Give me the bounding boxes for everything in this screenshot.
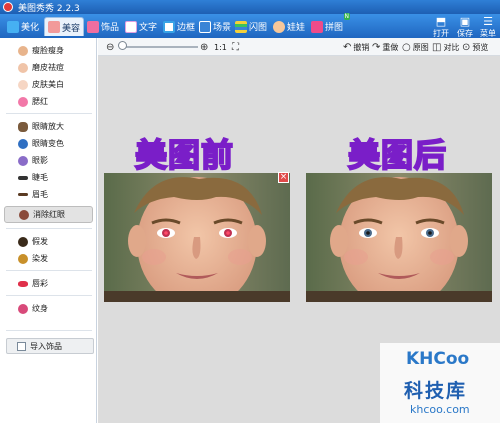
tab-text[interactable]: 文字	[122, 17, 160, 36]
eye-color-icon	[18, 138, 28, 149]
lip-icon	[18, 280, 28, 287]
tool-tattoo[interactable]: 纹身	[4, 300, 93, 317]
original-button[interactable]: ○ 原图	[402, 40, 429, 54]
tab-doll[interactable]: 娃娃	[270, 17, 308, 36]
before-label: 美图前	[134, 135, 235, 175]
beautify-icon	[7, 20, 19, 33]
tab-beautify[interactable]: 美化	[4, 17, 42, 36]
window-title: 美图秀秀 2.2.3	[18, 4, 80, 14]
after-photo[interactable]	[306, 173, 492, 302]
accessory-icon	[87, 20, 99, 33]
tool-eye-enlarge[interactable]: 眼睛放大	[4, 118, 93, 135]
undo-icon: ↶	[343, 41, 352, 53]
save-icon: ▣	[459, 15, 471, 28]
tab-scene[interactable]: 场景	[196, 17, 234, 36]
tool-eyeshadow[interactable]: 眼影	[4, 152, 93, 169]
open-icon: ⬒	[435, 15, 447, 28]
wig-icon	[18, 236, 28, 247]
tool-hair-dye[interactable]: 染发	[4, 250, 93, 267]
zoom-in-icon: ⊕	[200, 41, 209, 53]
divider	[6, 113, 92, 114]
tab-flash[interactable]: 闪图	[232, 17, 270, 36]
image-toolbar: ⊖ ⊕ 1:1 ⛶ ↶ 撤销 ↷ 重做 ○ 原图 ◫ 对比 ⊙ 预览	[98, 38, 500, 56]
makeup-tools-panel: 瘦脸瘦身 磨皮祛痘 皮肤美白 腮红 眼睛放大 眼睛变色 眼影 睫毛 眉毛 消除红…	[0, 38, 97, 423]
before-photo[interactable]	[104, 173, 290, 302]
boy-portrait-before	[104, 173, 290, 302]
tool-skin-whiten[interactable]: 皮肤美白	[4, 76, 93, 93]
tool-red-eye-removal[interactable]: 消除红眼	[4, 206, 93, 223]
new-badge: N	[343, 13, 351, 20]
slim-face-icon	[18, 45, 28, 56]
preview-icon: ⊙	[462, 41, 471, 53]
watermark-logo: KHCoo	[406, 349, 470, 369]
tab-makeup[interactable]: 美容	[44, 17, 85, 36]
makeup-icon	[48, 21, 60, 33]
divider	[6, 295, 92, 296]
watermark: KHCoo 科技库 khcoo.com	[380, 343, 500, 423]
import-accessory-button[interactable]: 导入饰品	[6, 338, 94, 354]
watermark-name: 科技库	[404, 380, 468, 402]
zoom-in-button[interactable]: ⊕	[200, 40, 208, 54]
tool-lip[interactable]: 唇彩	[4, 275, 93, 292]
fit-screen-icon: ⛶	[232, 41, 239, 53]
skin-whiten-icon	[18, 79, 28, 90]
compare-button[interactable]: ◫ 对比	[432, 40, 459, 54]
divider	[6, 228, 92, 229]
actual-size-button[interactable]: 1:1	[214, 40, 227, 54]
blush-icon	[18, 96, 28, 107]
eyeshadow-icon	[18, 155, 28, 166]
tattoo-icon	[18, 303, 28, 314]
tool-eye-color[interactable]: 眼睛变色	[4, 135, 93, 152]
tab-puzzle[interactable]: 拼图 N	[308, 13, 351, 36]
divider	[6, 270, 92, 271]
zoom-slider-track[interactable]	[120, 46, 198, 48]
redo-icon: ↷	[372, 41, 381, 53]
tool-eyelash[interactable]: 睫毛	[4, 169, 93, 186]
boy-portrait-after	[306, 173, 492, 302]
scene-icon	[199, 20, 211, 33]
red-eye-icon	[19, 209, 29, 220]
tool-eyebrow[interactable]: 眉毛	[4, 186, 93, 203]
preview-button[interactable]: ⊙ 预览	[462, 40, 488, 54]
eye-enlarge-icon	[18, 121, 28, 132]
zoom-out-button[interactable]: ⊖	[106, 40, 114, 54]
eyelash-icon	[18, 175, 28, 180]
tool-slim-face[interactable]: 瘦脸瘦身	[4, 42, 93, 59]
redo-button[interactable]: ↷ 重做	[372, 40, 398, 54]
tool-wig[interactable]: 假发	[4, 233, 93, 250]
tab-frame[interactable]: 边框	[160, 17, 198, 36]
smooth-skin-icon	[18, 62, 28, 73]
zoom-slider-knob[interactable]	[118, 41, 127, 50]
tool-blush[interactable]: 腮红	[4, 93, 93, 110]
frame-icon	[163, 20, 175, 33]
doll-icon	[273, 20, 285, 33]
watermark-url: khcoo.com	[410, 403, 470, 416]
menu-icon: ☰	[483, 15, 493, 28]
title-bar: 美图秀秀 2.2.3	[0, 0, 500, 14]
divider	[6, 330, 92, 331]
text-icon	[125, 20, 137, 33]
tab-accessory[interactable]: 饰品	[84, 17, 122, 36]
fit-screen-button[interactable]: ⛶	[232, 40, 239, 54]
tool-smooth-skin[interactable]: 磨皮祛痘	[4, 59, 93, 76]
eyebrow-icon	[18, 193, 28, 196]
puzzle-icon	[311, 20, 323, 33]
zoom-out-icon: ⊖	[106, 41, 115, 53]
after-label: 美图后	[347, 135, 448, 175]
compare-icon: ◫	[432, 41, 442, 53]
import-icon	[17, 341, 26, 351]
app-logo-icon	[3, 2, 13, 12]
menu-button[interactable]: ☰ 菜单	[474, 14, 500, 38]
hair-dye-icon	[18, 253, 28, 264]
undo-button[interactable]: ↶ 撤销	[343, 40, 369, 54]
close-icon[interactable]: ×	[278, 172, 289, 183]
main-tab-bar: 美化 美容 饰品 文字 边框 场景 闪图 娃娃 拼图 N ⬒ 打开 ▣ 保存 ☰…	[0, 13, 500, 38]
original-icon: ○	[402, 41, 411, 53]
flash-icon	[235, 20, 247, 33]
